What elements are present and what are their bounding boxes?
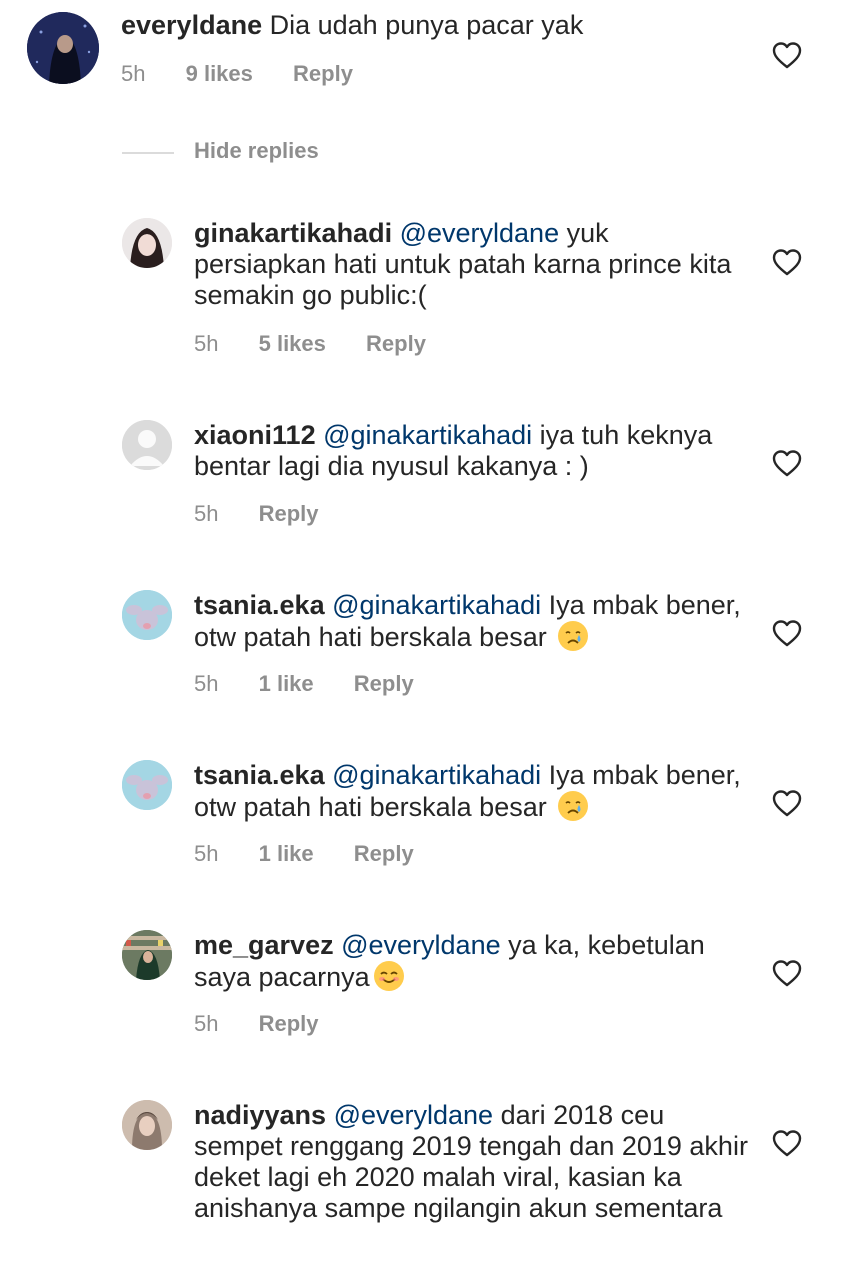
reply-nadiyyans: nadiyyans @everyldane dari 2018 ceu semp… xyxy=(0,1100,850,1280)
comment-meta: 5h Reply xyxy=(194,1011,353,1037)
reply-ginakartikahadi: ginakartikahadi @everyldane yuk persiapk… xyxy=(0,218,850,368)
timestamp: 5h xyxy=(194,331,219,356)
reply-button[interactable]: Reply xyxy=(366,331,426,357)
comment-everyldane: everyldane Dia udah punya pacar yak 5h 9… xyxy=(0,0,850,100)
timestamp: 5h xyxy=(121,61,146,86)
reply-tsania-eka: tsania.eka @ginakartikahadi Iya mbak ben… xyxy=(0,590,850,710)
heart-outline-icon[interactable] xyxy=(772,619,802,647)
reply-button[interactable]: Reply xyxy=(293,61,353,87)
comment-body: Dia udah punya pacar yak xyxy=(269,10,584,40)
comment-meta: 5h Reply xyxy=(194,501,353,527)
mention-link[interactable]: @everyldane xyxy=(400,218,560,248)
crying-face-emoji xyxy=(558,621,589,651)
timestamp: 5h xyxy=(194,501,219,526)
heart-outline-icon[interactable] xyxy=(772,1129,802,1157)
avatar[interactable] xyxy=(122,1100,172,1150)
comment-meta: 5h 5 likes Reply xyxy=(194,331,460,357)
comment-text: ginakartikahadi @everyldane yuk persiapk… xyxy=(194,218,739,311)
username[interactable]: me_garvez xyxy=(194,930,334,960)
avatar[interactable] xyxy=(122,218,172,268)
comment-meta: 5h 9 likes Reply xyxy=(121,61,387,87)
comment-text: tsania.eka @ginakartikahadi Iya mbak ben… xyxy=(194,590,754,653)
comment-text: everyldane Dia udah punya pacar yak xyxy=(121,10,741,41)
timestamp: 5h xyxy=(194,1011,219,1036)
username[interactable]: tsania.eka xyxy=(194,590,325,620)
mention-link[interactable]: @everyldane xyxy=(341,930,501,960)
reply-button[interactable]: Reply xyxy=(259,501,319,527)
reply-xiaoni112: xiaoni112 @ginakartikahadi iya tuh kekny… xyxy=(0,420,850,540)
username[interactable]: ginakartikahadi xyxy=(194,218,392,248)
divider-line xyxy=(122,152,174,154)
reply-button[interactable]: Reply xyxy=(259,1011,319,1037)
username[interactable]: everyldane xyxy=(121,10,262,40)
smiling-face-emoji xyxy=(373,961,404,991)
reply-button[interactable]: Reply xyxy=(354,671,414,697)
likes-count[interactable]: 9 likes xyxy=(186,61,253,87)
heart-outline-icon[interactable] xyxy=(772,789,802,817)
hide-replies-label[interactable]: Hide replies xyxy=(194,138,319,164)
default-avatar-icon[interactable] xyxy=(122,420,172,470)
username[interactable]: nadiyyans xyxy=(194,1100,326,1130)
mention-link[interactable]: @ginakartikahadi xyxy=(332,760,541,790)
heart-outline-icon[interactable] xyxy=(772,248,802,276)
mention-link[interactable]: @everyldane xyxy=(334,1100,494,1130)
avatar[interactable] xyxy=(122,590,172,640)
mention-link[interactable]: @ginakartikahadi xyxy=(323,420,532,450)
reply-tsania-eka: tsania.eka @ginakartikahadi Iya mbak ben… xyxy=(0,760,850,880)
likes-count[interactable]: 1 like xyxy=(259,841,314,867)
heart-outline-icon[interactable] xyxy=(772,41,802,69)
timestamp: 5h xyxy=(194,671,219,696)
username[interactable]: tsania.eka xyxy=(194,760,325,790)
crying-face-emoji xyxy=(558,791,589,821)
reply-button[interactable]: Reply xyxy=(354,841,414,867)
reply-me-garvez: me_garvez @everyldane ya ka, kebetulan s… xyxy=(0,930,850,1050)
comment-text: tsania.eka @ginakartikahadi Iya mbak ben… xyxy=(194,760,754,823)
comment-text: nadiyyans @everyldane dari 2018 ceu semp… xyxy=(194,1100,754,1224)
comment-text: me_garvez @everyldane ya ka, kebetulan s… xyxy=(194,930,754,993)
comment-text: xiaoni112 @ginakartikahadi iya tuh kekny… xyxy=(194,420,754,482)
comment-meta: 5h 1 like Reply xyxy=(194,671,448,697)
comment-meta: 5h 1 like Reply xyxy=(194,841,448,867)
avatar[interactable] xyxy=(122,760,172,810)
heart-outline-icon[interactable] xyxy=(772,959,802,987)
username[interactable]: xiaoni112 xyxy=(194,420,316,450)
mention-link[interactable]: @ginakartikahadi xyxy=(332,590,541,620)
heart-outline-icon[interactable] xyxy=(772,449,802,477)
avatar[interactable] xyxy=(122,930,172,980)
avatar[interactable] xyxy=(27,12,99,84)
likes-count[interactable]: 5 likes xyxy=(259,331,326,357)
timestamp: 5h xyxy=(194,841,219,866)
likes-count[interactable]: 1 like xyxy=(259,671,314,697)
